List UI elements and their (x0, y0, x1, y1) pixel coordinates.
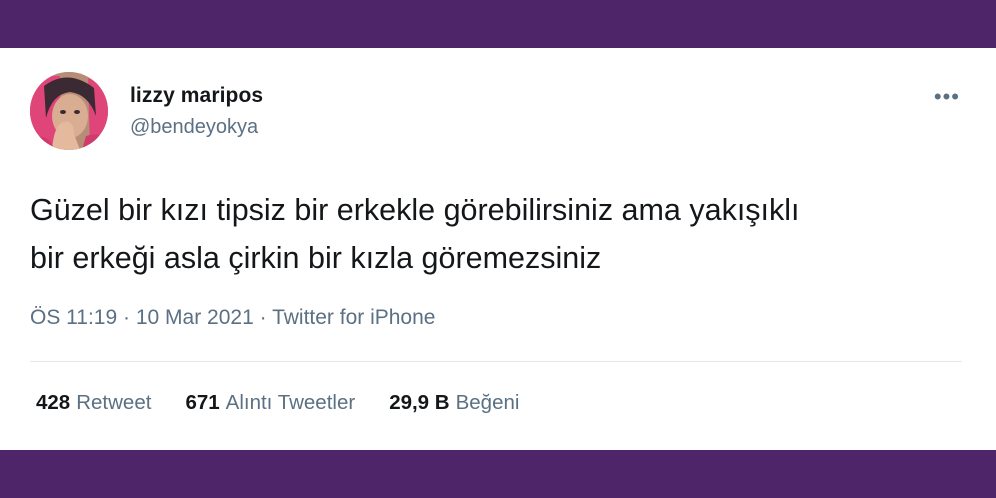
tweet-meta: ÖS 11:19 · 10 Mar 2021 · Twitter for iPh… (30, 306, 435, 330)
tweet-date[interactable]: 10 Mar 2021 (136, 306, 254, 329)
likes-count[interactable]: 29,9 B Beğeni (389, 391, 519, 415)
stat-label: Beğeni (455, 391, 520, 414)
stat-label: Alıntı Tweetler (225, 391, 356, 414)
avatar-photo (30, 72, 108, 150)
tweet-text-line-2: bir erkeği asla çirkin bir kızla göremez… (30, 241, 602, 275)
tweet-stats: 428 Retweet 671 Alıntı Tweetler 29,9 B Beğe… (36, 391, 519, 415)
tweet-text-line-1: Güzel bir kızı tipsiz bir erkekle görebi… (30, 193, 800, 227)
tweet-text: Güzel bir kızı tipsiz bir erkekle görebi… (30, 186, 970, 282)
more-horizontal-icon[interactable]: ••• (934, 86, 960, 108)
tweet-card: lizzy maripos @bendeyokya ••• Güzel bir … (0, 48, 996, 450)
divider (30, 361, 962, 362)
meta-separator: · (117, 306, 136, 329)
stat-number: 671 (185, 391, 220, 414)
stat-label: Retweet (76, 391, 152, 414)
quote-tweets-count[interactable]: 671 Alıntı Tweetler (185, 391, 355, 415)
meta-separator: · (253, 306, 273, 329)
tweet-time[interactable]: ÖS 11:19 (30, 306, 117, 329)
retweet-count[interactable]: 428 Retweet (36, 391, 151, 415)
author-handle[interactable]: @bendeyokya (130, 116, 258, 139)
stat-number: 29,9 B (389, 391, 450, 414)
author-name[interactable]: lizzy maripos (130, 84, 263, 108)
tweet-source[interactable]: Twitter for iPhone (272, 306, 435, 329)
tweet-frame: lizzy maripos @bendeyokya ••• Güzel bir … (0, 48, 996, 450)
stat-number: 428 (36, 391, 71, 414)
avatar[interactable] (30, 72, 108, 150)
